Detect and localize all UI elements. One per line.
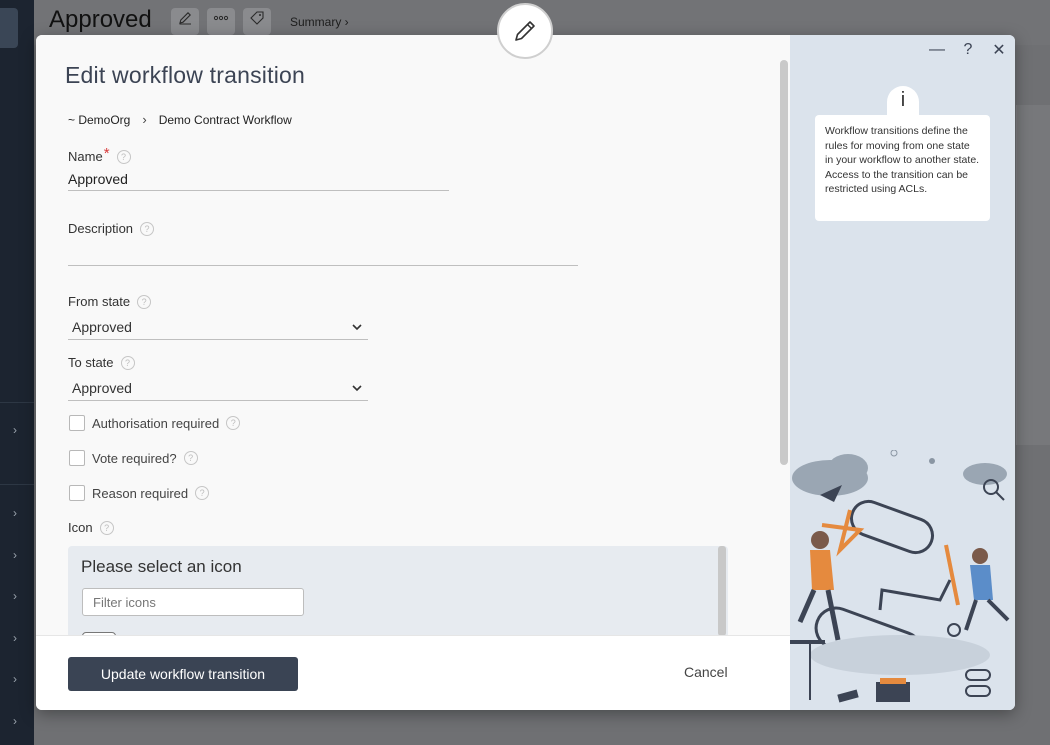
workflow-illustration — [790, 450, 1010, 703]
dialog-title: Edit workflow transition — [65, 62, 305, 88]
from-state-label: From state ? — [68, 294, 152, 309]
pencil-icon[interactable] — [171, 8, 199, 35]
to-state-value: Approved — [72, 379, 132, 396]
chevron-right-icon: › — [142, 112, 147, 127]
chevron-right-icon[interactable]: › — [8, 714, 22, 728]
icon-label: Icon ? — [68, 520, 114, 535]
description-label-text: Description — [68, 221, 134, 236]
dialog-footer: Update workflow transition Cancel — [36, 635, 790, 710]
close-icon[interactable]: ✕ — [988, 39, 1010, 61]
minimize-icon[interactable]: — — [926, 39, 948, 61]
icon-picker: Please select an icon — [68, 546, 728, 646]
from-state-value: Approved — [72, 318, 132, 335]
help-icon[interactable]: ? — [226, 416, 241, 430]
filter-icons-input[interactable] — [82, 588, 304, 616]
edit-transition-dialog: Edit workflow transition ~ DemoOrg › Dem… — [36, 35, 1015, 710]
reason-required-row: Reason required ? — [69, 485, 210, 501]
description-label: Description ? — [68, 221, 155, 236]
breadcrumb-summary[interactable]: Summary › — [290, 15, 349, 29]
sidebar-tab — [0, 8, 18, 48]
help-icon[interactable]: ? — [116, 149, 131, 164]
app-sidebar: › › › › › › › — [0, 0, 34, 745]
authorisation-required-row: Authorisation required ? — [69, 415, 241, 431]
help-icon[interactable]: ? — [120, 355, 135, 370]
name-input[interactable] — [68, 167, 449, 191]
to-state-label: To state ? — [68, 355, 135, 370]
name-label: Name * ? — [68, 145, 131, 165]
help-icon[interactable]: ? — [183, 451, 198, 465]
help-icon[interactable]: ? — [957, 39, 979, 61]
icon-label-text: Icon — [68, 520, 93, 535]
name-label-text: Name — [68, 149, 103, 164]
chevron-down-icon — [352, 384, 362, 391]
form-pane: Edit workflow transition ~ DemoOrg › Dem… — [36, 35, 790, 646]
tag-icon[interactable] — [243, 8, 271, 35]
required-asterisk: * — [103, 145, 110, 162]
description-input[interactable] — [68, 242, 578, 266]
to-state-select[interactable]: Approved — [68, 375, 368, 401]
help-icon[interactable]: ? — [140, 221, 155, 236]
icon-picker-title: Please select an icon — [81, 557, 242, 576]
vote-required-checkbox[interactable] — [69, 450, 85, 466]
chevron-down-icon — [352, 323, 362, 330]
background-card — [1016, 105, 1050, 445]
more-icon[interactable] — [207, 8, 235, 35]
breadcrumb-workflow[interactable]: Demo Contract Workflow — [159, 113, 292, 127]
help-icon[interactable]: ? — [195, 486, 210, 500]
cancel-button[interactable]: Cancel — [684, 664, 728, 680]
authorisation-required-checkbox[interactable] — [69, 415, 85, 431]
vote-required-row: Vote required? ? — [69, 450, 198, 466]
icon-picker-scrollbar[interactable] — [718, 546, 726, 636]
from-state-select[interactable]: Approved — [68, 314, 368, 340]
breadcrumb-org[interactable]: ~ DemoOrg — [68, 113, 130, 127]
breadcrumb: ~ DemoOrg › Demo Contract Workflow — [68, 112, 292, 127]
reason-required-checkbox[interactable] — [69, 485, 85, 501]
pencil-icon — [515, 21, 535, 41]
from-state-label-text: From state — [68, 294, 131, 309]
edit-badge — [497, 3, 553, 59]
chevron-right-icon[interactable]: › — [8, 506, 22, 520]
chevron-right-icon[interactable]: › — [8, 548, 22, 562]
chevron-right-icon[interactable]: › — [8, 672, 22, 686]
authorisation-required-label[interactable]: Authorisation required — [92, 416, 219, 431]
chevron-right-icon[interactable]: › — [8, 631, 22, 645]
form-scrollbar[interactable] — [780, 60, 788, 465]
info-icon: i — [887, 86, 919, 118]
help-icon[interactable]: ? — [99, 520, 114, 535]
help-panel: — ? ✕ i Workflow transitions define the … — [790, 35, 1015, 710]
sidebar-divider — [0, 484, 34, 485]
form-scrollbar-thumb[interactable] — [780, 60, 788, 465]
sidebar-divider — [0, 402, 34, 403]
help-text: Workflow transitions define the rules fo… — [815, 115, 990, 221]
to-state-label-text: To state — [68, 355, 114, 370]
chevron-right-icon[interactable]: › — [8, 589, 22, 603]
vote-required-label[interactable]: Vote required? — [92, 451, 177, 466]
help-icon[interactable]: ? — [137, 294, 152, 309]
reason-required-label[interactable]: Reason required — [92, 486, 188, 501]
update-workflow-transition-button[interactable]: Update workflow transition — [68, 657, 298, 691]
chevron-right-icon[interactable]: › — [8, 423, 22, 437]
page-title: Approved — [49, 6, 152, 33]
